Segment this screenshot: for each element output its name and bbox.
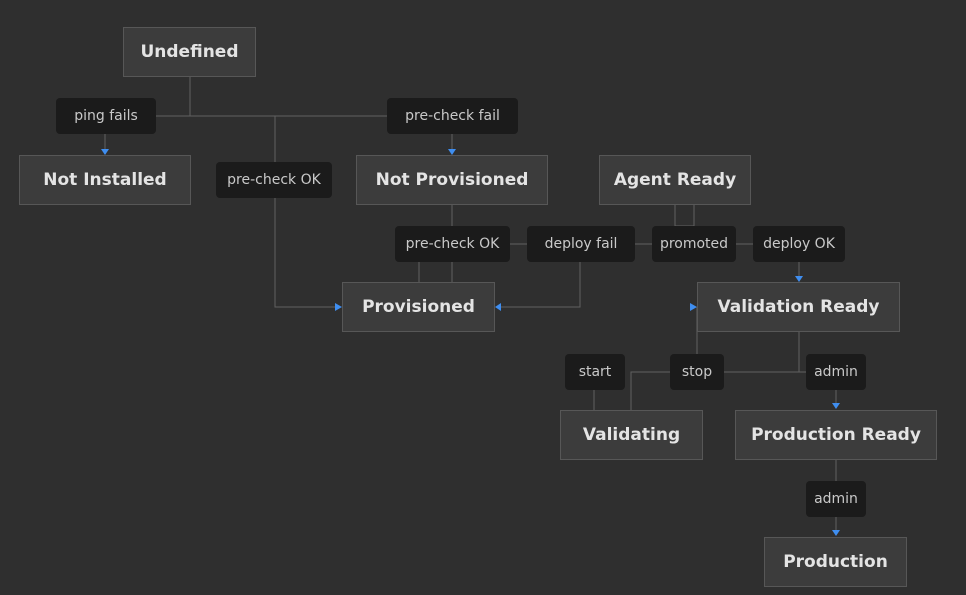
state-production-ready[interactable]: Production Ready xyxy=(735,410,937,460)
transition-stop[interactable]: stop xyxy=(670,354,724,390)
arrowhead-provisioned-right-out xyxy=(495,303,501,311)
transition-admin[interactable]: admin xyxy=(806,481,866,517)
state-validating[interactable]: Validating xyxy=(560,410,703,460)
transition-pre-check-ok[interactable]: pre-check OK xyxy=(395,226,510,262)
transition-promoted[interactable]: promoted xyxy=(652,226,736,262)
transition-deploy-fail[interactable]: deploy fail xyxy=(527,226,635,262)
transition-deploy-ok[interactable]: deploy OK xyxy=(753,226,845,262)
arrowhead-production-ready xyxy=(832,403,840,409)
state-provisioned[interactable]: Provisioned xyxy=(342,282,495,332)
edge-undefined-provisioned xyxy=(274,116,336,308)
state-validation-ready[interactable]: Validation Ready xyxy=(697,282,900,332)
transition-pre-check-ok[interactable]: pre-check OK xyxy=(216,162,332,198)
state-undefined[interactable]: Undefined xyxy=(123,27,256,77)
transition-start[interactable]: start xyxy=(565,354,625,390)
state-diagram: Undefined Not Installed Not Provisioned … xyxy=(0,0,966,595)
state-not-provisioned[interactable]: Not Provisioned xyxy=(356,155,548,205)
transition-ping-fails[interactable]: ping fails xyxy=(56,98,156,134)
transition-pre-check-fail[interactable]: pre-check fail xyxy=(387,98,518,134)
state-production[interactable]: Production xyxy=(764,537,907,587)
arrowhead-production xyxy=(832,530,840,536)
state-not-installed[interactable]: Not Installed xyxy=(19,155,191,205)
transition-admin[interactable]: admin xyxy=(806,354,866,390)
arrowhead-provisioned-left xyxy=(335,303,342,311)
state-agent-ready[interactable]: Agent Ready xyxy=(599,155,751,205)
arrowhead-validation-ready-left xyxy=(690,303,697,311)
